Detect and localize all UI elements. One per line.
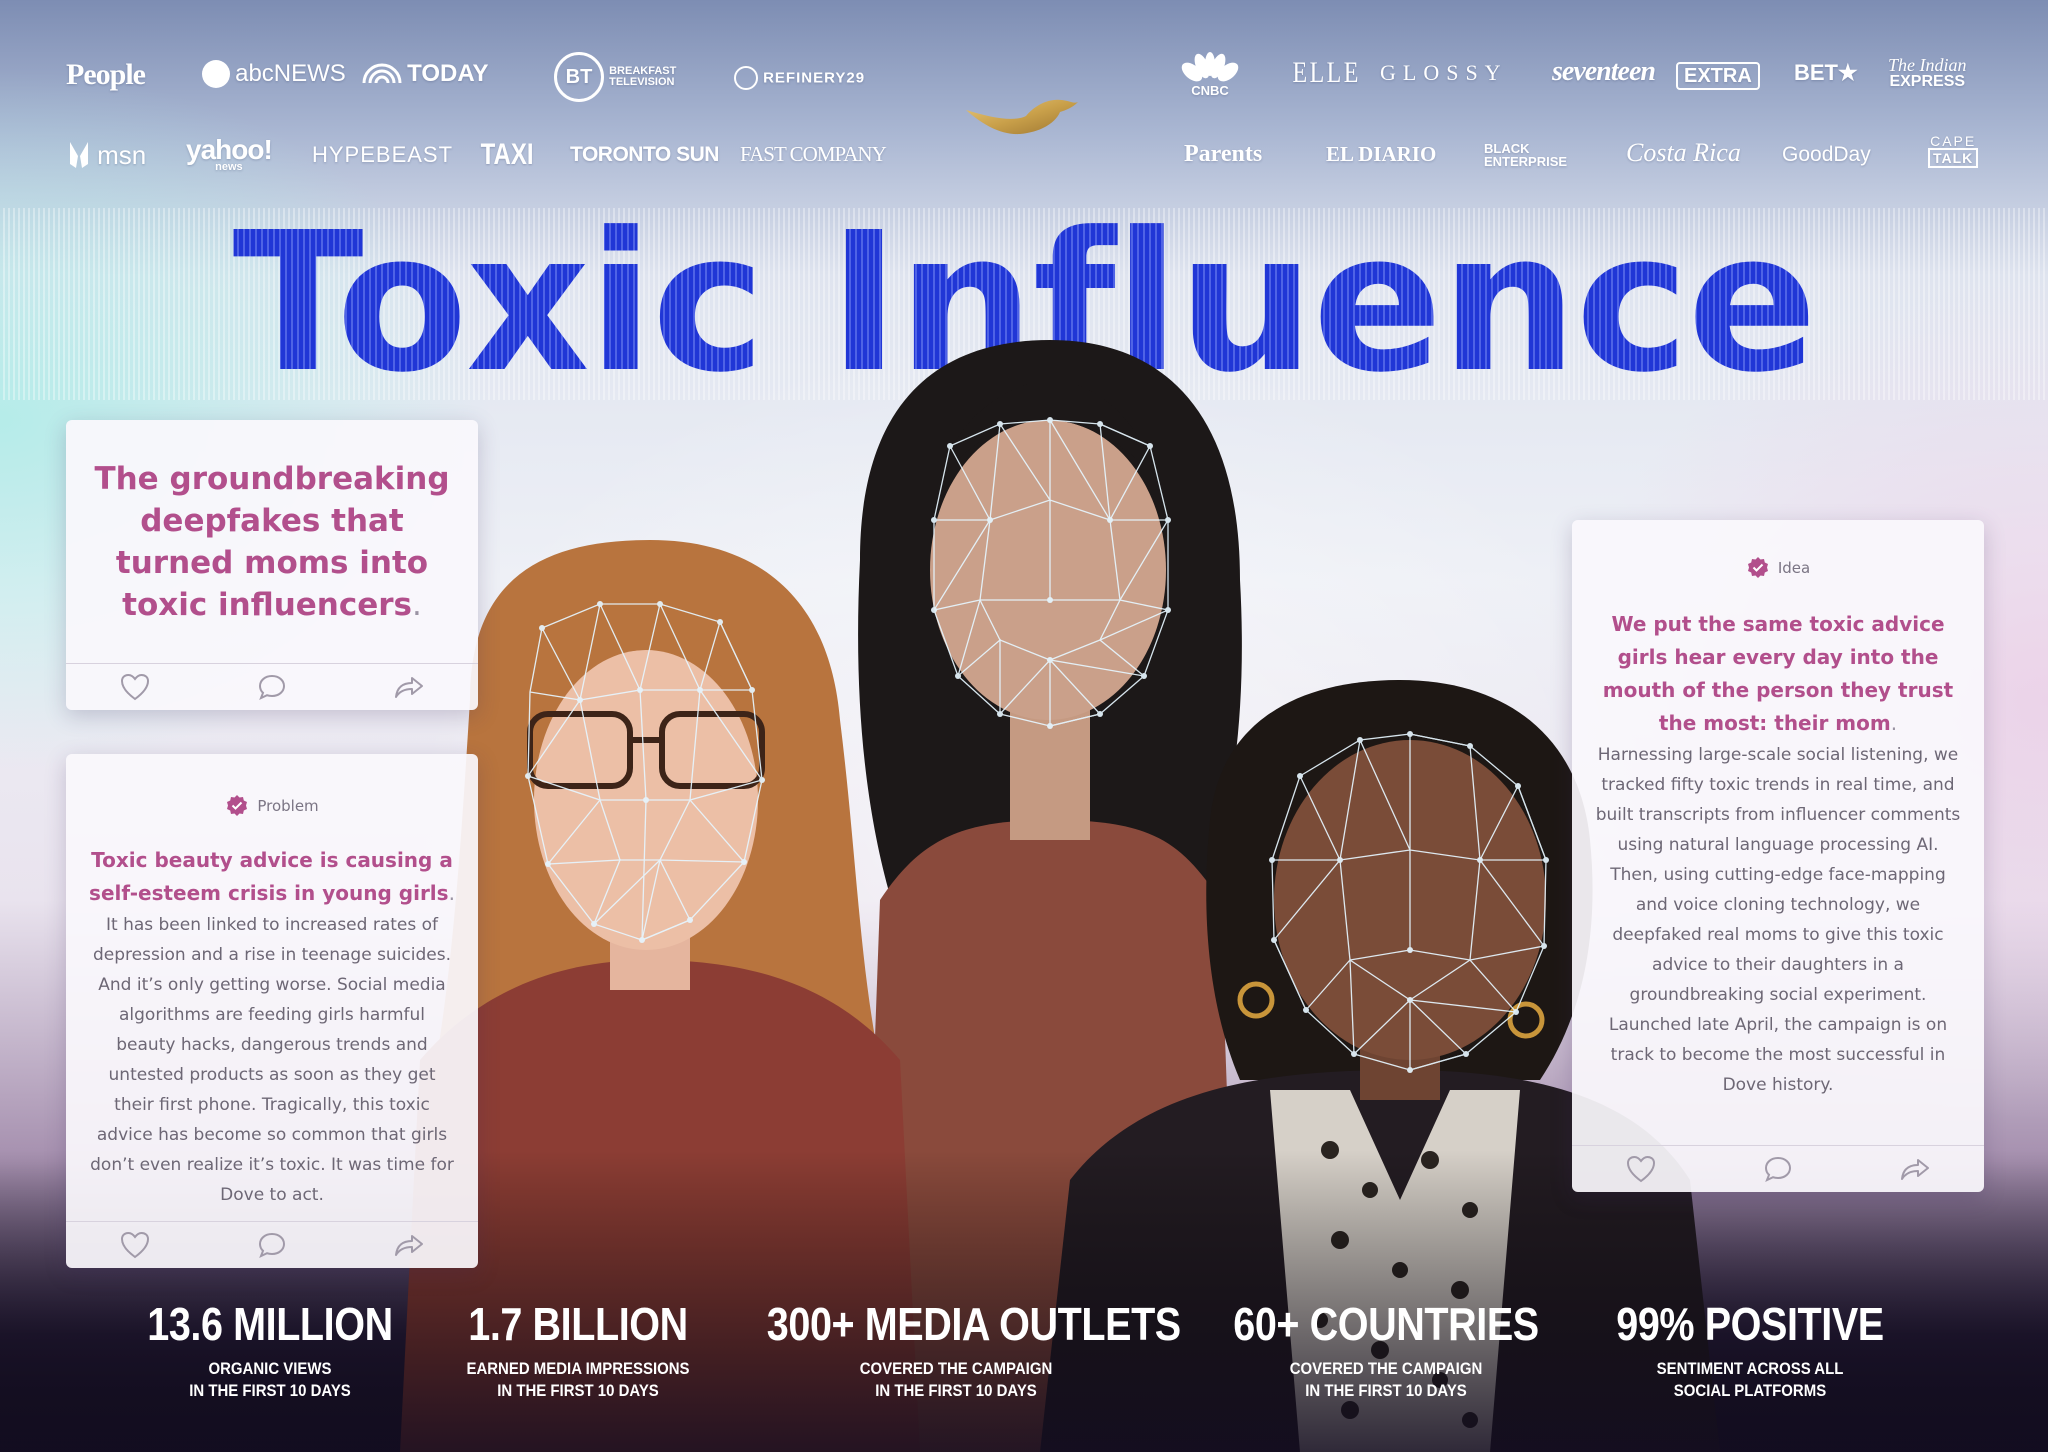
stat-caption-line1: ORGANIC VIEWS	[208, 1359, 332, 1379]
intro-card-text: The groundbreaking deepfakes that turned…	[88, 458, 456, 626]
problem-lead-text: Toxic beauty advice is causing a self-es…	[89, 848, 453, 905]
problem-tag-label: Problem	[257, 797, 319, 815]
stat-media-impressions: 1.7 BILLION EARNED MEDIA IMPRESSIONS IN …	[418, 1300, 738, 1402]
problem-lead-period: .	[448, 881, 455, 905]
problem-tag: Problem	[66, 794, 478, 818]
problem-card-actions	[66, 1221, 478, 1268]
stat-value: 99% POSITIVE	[1616, 1298, 1884, 1350]
share-icon[interactable]	[1895, 1149, 1935, 1189]
comment-icon[interactable]	[252, 1225, 292, 1265]
verified-badge-icon	[227, 795, 248, 816]
idea-tag: Idea	[1572, 556, 1984, 580]
stat-countries: 60+ COUNTRIES COVERED THE CAMPAIGN IN TH…	[1196, 1300, 1576, 1402]
idea-body: Harnessing large-scale social listening,…	[1595, 745, 1961, 1095]
comment-icon[interactable]	[1758, 1149, 1798, 1189]
stat-caption-line2: SOCIAL PLATFORMS	[1673, 1381, 1827, 1401]
stat-caption-line2: IN THE FIRST 10 DAYS	[1305, 1381, 1467, 1401]
intro-card-actions	[66, 663, 478, 710]
stat-caption-line2: IN THE FIRST 10 DAYS	[189, 1381, 351, 1401]
share-icon[interactable]	[389, 1225, 429, 1265]
stat-positive-sentiment: 99% POSITIVE SENTIMENT ACROSS ALL SOCIAL…	[1580, 1300, 1920, 1402]
problem-body: It has been linked to increased rates of…	[90, 915, 454, 1205]
intro-card: The groundbreaking deepfakes that turned…	[66, 420, 478, 710]
stat-value: 1.7 BILLION	[468, 1298, 688, 1350]
intro-card-headline: The groundbreaking deepfakes that turned…	[94, 461, 450, 623]
idea-tag-label: Idea	[1777, 559, 1811, 577]
stat-value: 60+ COUNTRIES	[1233, 1298, 1539, 1350]
idea-card: Idea We put the same toxic advice girls …	[1572, 520, 1984, 1192]
results-stats: 13.6 MILLION ORGANIC VIEWS IN THE FIRST …	[0, 1300, 2048, 1420]
stat-value: 13.6 MILLION	[147, 1298, 393, 1350]
case-study-board: People abcNEWS TODAY BT BREAKFAST TELEVI…	[0, 0, 2048, 1452]
heart-icon[interactable]	[115, 667, 155, 707]
share-icon[interactable]	[389, 667, 429, 707]
idea-card-actions	[1572, 1145, 1984, 1192]
stat-caption-line2: IN THE FIRST 10 DAYS	[875, 1381, 1037, 1401]
stat-media-outlets: 300+ MEDIA OUTLETS COVERED THE CAMPAIGN …	[736, 1298, 1181, 1402]
intro-card-period: .	[412, 587, 422, 623]
idea-lead-text: We put the same toxic advice girls hear …	[1602, 612, 1954, 735]
idea-lead-period: .	[1890, 711, 1898, 735]
heart-icon[interactable]	[115, 1225, 155, 1265]
stat-caption-line1: COVERED THE CAMPAIGN	[1289, 1359, 1483, 1379]
verified-badge-icon	[1747, 557, 1768, 578]
comment-icon[interactable]	[252, 667, 292, 707]
problem-card: Problem Toxic beauty advice is causing a…	[66, 754, 478, 1268]
problem-lead: Toxic beauty advice is causing a self-es…	[88, 844, 456, 910]
stat-organic-views: 13.6 MILLION ORGANIC VIEWS IN THE FIRST …	[100, 1300, 440, 1402]
stat-value: 300+ MEDIA OUTLETS	[766, 1298, 1181, 1350]
stat-caption-line2: IN THE FIRST 10 DAYS	[497, 1381, 659, 1401]
heart-icon[interactable]	[1621, 1149, 1661, 1189]
stat-caption-line1: EARNED MEDIA IMPRESSIONS	[466, 1359, 690, 1379]
stat-caption-line1: SENTIMENT ACROSS ALL	[1656, 1359, 1844, 1379]
idea-lead: We put the same toxic advice girls hear …	[1594, 608, 1962, 740]
stat-caption-line1: COVERED THE CAMPAIGN	[859, 1359, 1053, 1379]
